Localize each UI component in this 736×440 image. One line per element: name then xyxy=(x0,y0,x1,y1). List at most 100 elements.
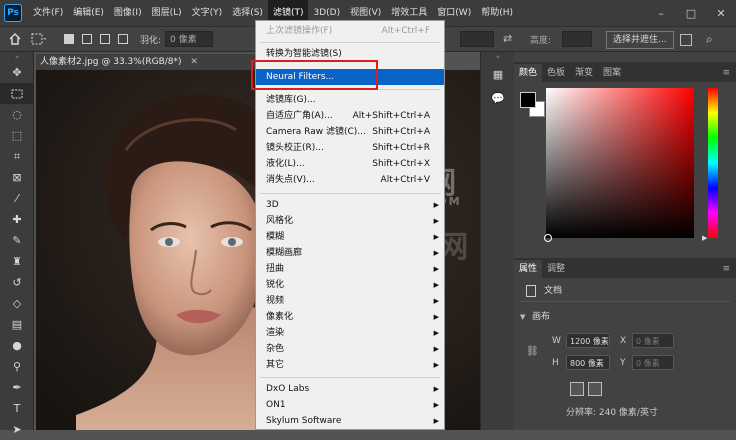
menu-submenu-noise[interactable]: 杂色 ▶ xyxy=(256,341,444,357)
menu-submenu-other[interactable]: 其它 ▶ xyxy=(256,357,444,373)
width-input[interactable] xyxy=(460,31,494,47)
menu-filter-gallery[interactable]: 滤镜库(G)... xyxy=(256,92,444,108)
section-chevron-icon[interactable]: ▼ xyxy=(520,308,525,326)
pen-tool-icon[interactable]: ✒ xyxy=(0,377,34,398)
height-input[interactable] xyxy=(562,31,592,47)
menu-plugin-skylum[interactable]: Skylum Software ▶ xyxy=(256,413,444,429)
maximize-icon[interactable]: □ xyxy=(676,7,706,20)
tab-properties[interactable]: 属性 xyxy=(514,260,543,278)
canvas-section-label: 画布 xyxy=(532,312,551,322)
menu-item-label: 其它 xyxy=(266,360,285,370)
canvas-height-input[interactable]: 800 像素 xyxy=(566,355,610,370)
tab-adjustments[interactable]: 调整 xyxy=(542,260,570,278)
foreground-background-swatches[interactable] xyxy=(520,92,548,120)
close-document-icon[interactable]: ✕ xyxy=(190,57,198,67)
menu-submenu-stylize[interactable]: 风格化 ▶ xyxy=(256,213,444,229)
close-icon[interactable]: ✕ xyxy=(706,7,736,20)
panel-expand-icon[interactable]: « xyxy=(481,52,515,62)
menu-item-label: 3D xyxy=(266,200,279,210)
menu-submenu-render[interactable]: 渲染 ▶ xyxy=(256,325,444,341)
feather-input[interactable]: 0 像素 xyxy=(165,31,214,47)
hue-slider-handle[interactable]: ▶ xyxy=(702,234,707,242)
menu-liquify[interactable]: 液化(L)... Shift+Ctrl+X xyxy=(256,156,444,172)
canvas-x-input[interactable]: 0 像素 xyxy=(632,333,674,348)
menu-submenu-distort[interactable]: 扭曲 ▶ xyxy=(256,261,444,277)
gradient-tool-icon[interactable]: ▤ xyxy=(0,314,34,335)
panel-menu-icon[interactable]: ≡ xyxy=(722,64,730,82)
menu-plugin-on1[interactable]: ON1 ▶ xyxy=(256,397,444,413)
marquee-tool-preset-icon[interactable] xyxy=(30,30,48,48)
submenu-arrow-icon: ▶ xyxy=(433,361,439,369)
brush-tool-icon[interactable]: ✎ xyxy=(0,230,34,251)
blur-tool-icon[interactable]: ● xyxy=(0,335,34,356)
history-panel-icon[interactable]: ▦ xyxy=(481,62,515,86)
menu-submenu-blur-gallery[interactable]: 模糊画廊 ▶ xyxy=(256,245,444,261)
menu-item-label: 扭曲 xyxy=(266,264,285,274)
menu-vanishing-point[interactable]: 消失点(V)... Alt+Ctrl+V xyxy=(256,172,444,188)
menu-submenu-pixelate[interactable]: 像素化 ▶ xyxy=(256,309,444,325)
menu-file[interactable]: 文件(F) xyxy=(28,0,68,26)
clone-stamp-tool-icon[interactable]: ♜ xyxy=(0,251,34,272)
subtract-selection-icon[interactable] xyxy=(100,34,110,44)
submenu-arrow-icon: ▶ xyxy=(433,201,439,209)
link-icon[interactable]: ⛓ xyxy=(526,346,539,357)
menu-layer[interactable]: 图层(L) xyxy=(147,0,187,26)
eyedropper-tool-icon[interactable]: ⁄ xyxy=(0,188,34,209)
dodge-tool-icon[interactable]: ⚲ xyxy=(0,356,34,377)
crop-tool-icon[interactable]: ⌗ xyxy=(0,146,34,167)
menu-submenu-3d[interactable]: 3D ▶ xyxy=(256,197,444,213)
lasso-tool-icon[interactable]: ◌ xyxy=(0,104,34,125)
menu-submenu-video[interactable]: 视频 ▶ xyxy=(256,293,444,309)
hue-slider[interactable] xyxy=(708,88,718,238)
add-selection-icon[interactable] xyxy=(82,34,92,44)
tab-gradients[interactable]: 渐变 xyxy=(570,64,598,82)
menu-plugin-dxo[interactable]: DxO Labs ▶ xyxy=(256,381,444,397)
tab-color[interactable]: 颜色 xyxy=(514,64,543,82)
menu-submenu-blur[interactable]: 模糊 ▶ xyxy=(256,229,444,245)
history-brush-tool-icon[interactable]: ↺ xyxy=(0,272,34,293)
menu-item-label: 模糊 xyxy=(266,232,285,242)
menu-lens-correction[interactable]: 镜头校正(R)... Shift+Ctrl+R xyxy=(256,140,444,156)
menu-help[interactable]: 帮助(H) xyxy=(476,0,518,26)
menu-item-shortcut: Shift+Ctrl+A xyxy=(372,127,430,137)
color-picker-field[interactable] xyxy=(546,88,694,238)
eraser-tool-icon[interactable]: ◇ xyxy=(0,293,34,314)
menu-submenu-sharpen[interactable]: 锐化 ▶ xyxy=(256,277,444,293)
menu-edit[interactable]: 编辑(E) xyxy=(68,0,109,26)
swap-icon[interactable]: ⇄ xyxy=(503,32,512,45)
comments-panel-icon[interactable]: 💬 xyxy=(481,86,515,110)
frame-tool-icon[interactable]: ⊠ xyxy=(0,167,34,188)
document-tab[interactable]: 人像素材2.jpg @ 33.3%(RGB/8*) ✕ xyxy=(36,54,256,70)
menu-adaptive-wide-angle[interactable]: 自适应广角(A)... Alt+Shift+Ctrl+A xyxy=(256,108,444,124)
search-icon[interactable]: ⌕ xyxy=(706,32,713,47)
intersect-selection-icon[interactable] xyxy=(118,34,128,44)
portrait-orientation-icon[interactable] xyxy=(570,382,584,396)
x-label: X xyxy=(620,336,627,346)
canvas-y-input[interactable]: 0 像素 xyxy=(632,355,674,370)
select-and-mask-button[interactable]: 选择并遮住... xyxy=(606,31,674,49)
tab-patterns[interactable]: 图案 xyxy=(598,64,626,82)
menu-type[interactable]: 文字(Y) xyxy=(187,0,228,26)
submenu-arrow-icon: ▶ xyxy=(433,385,439,393)
tab-swatches[interactable]: 色板 xyxy=(542,64,570,82)
menu-item-label: 风格化 xyxy=(266,216,294,226)
frame-icon[interactable] xyxy=(680,34,692,46)
panel-menu-icon[interactable]: ≡ xyxy=(722,260,730,278)
panel-collapse-icon[interactable]: » xyxy=(0,52,34,62)
canvas-section-header[interactable]: ▼ 画布 xyxy=(514,308,736,326)
minimize-icon[interactable]: – xyxy=(646,7,676,20)
rectangular-marquee-tool-icon[interactable] xyxy=(0,83,34,104)
canvas-width-input[interactable]: 1200 像素 xyxy=(566,333,610,348)
home-icon[interactable] xyxy=(6,30,24,48)
menu-item-label: ON1 xyxy=(266,400,286,410)
healing-brush-tool-icon[interactable]: ✚ xyxy=(0,209,34,230)
menu-camera-raw-filter[interactable]: Camera Raw 滤镜(C)... Shift+Ctrl+A xyxy=(256,124,444,140)
landscape-orientation-icon[interactable] xyxy=(588,382,602,396)
color-picker-cursor[interactable] xyxy=(544,234,552,242)
menu-image[interactable]: 图像(I) xyxy=(109,0,147,26)
new-selection-icon[interactable] xyxy=(64,34,74,44)
type-tool-icon[interactable]: T xyxy=(0,398,34,419)
object-selection-tool-icon[interactable]: ⬚ xyxy=(0,125,34,146)
move-tool-icon[interactable]: ✥ xyxy=(0,62,34,83)
foreground-color-swatch[interactable] xyxy=(520,92,536,108)
